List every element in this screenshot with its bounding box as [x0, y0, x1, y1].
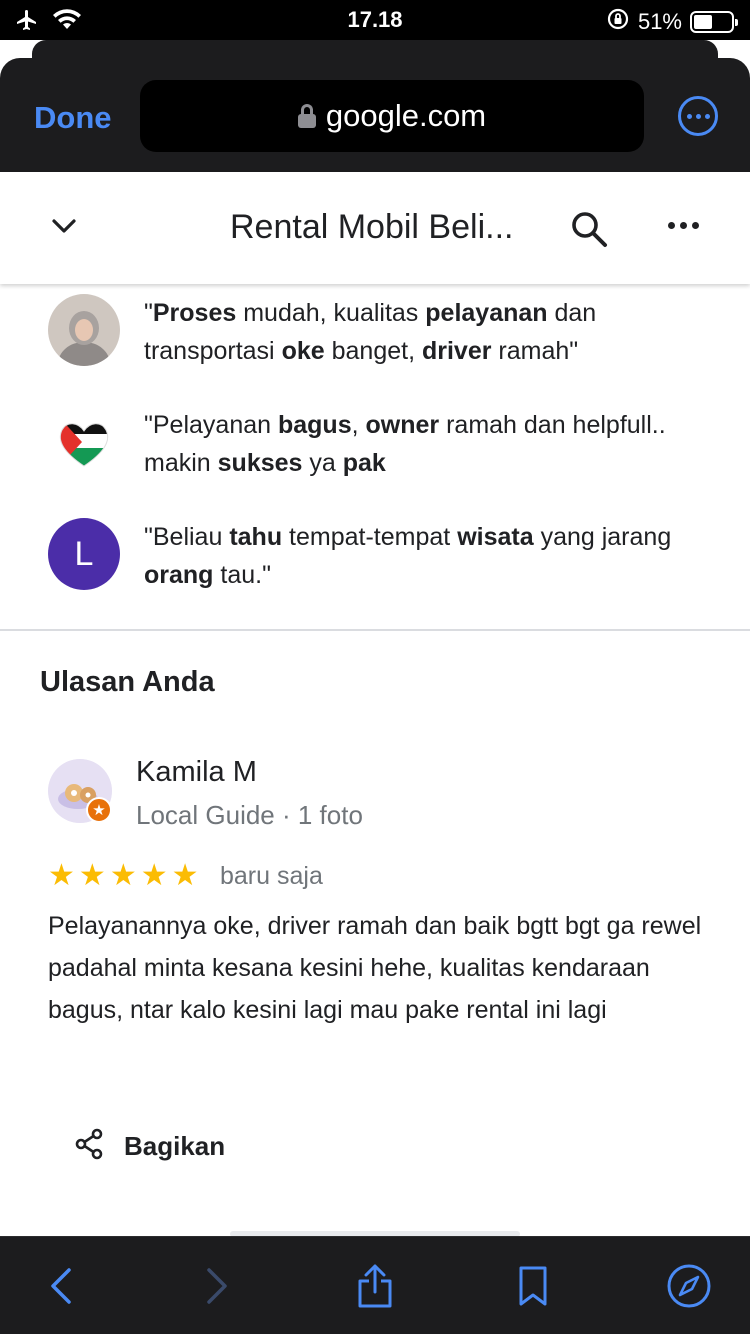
reviewer-name[interactable]: Kamila M [136, 756, 257, 789]
more-dots-icon[interactable] [668, 222, 699, 229]
battery-icon [690, 11, 738, 33]
more-circle-icon[interactable] [678, 96, 718, 136]
reviewer-meta: Local Guide · 1 foto [136, 800, 363, 830]
star-icon: ★ [140, 859, 168, 892]
review-time: baru saja [220, 862, 323, 890]
star-icon: ★ [171, 859, 199, 892]
section-title: Ulasan Anda [40, 666, 215, 698]
avatar [48, 294, 120, 366]
snippet-text: "Beliau tahu tempat-tempat wisata yang j… [144, 523, 672, 589]
local-guide-badge-icon: ★ [86, 797, 112, 823]
share-sheet-icon[interactable] [350, 1261, 400, 1311]
done-button[interactable]: Done [34, 100, 112, 136]
chevron-down-icon[interactable] [50, 212, 78, 245]
status-bar: 17.18 51% [0, 0, 750, 40]
share-button[interactable]: Bagikan [74, 1128, 225, 1165]
bookmark-icon[interactable] [508, 1261, 558, 1311]
share-label: Bagikan [124, 1131, 226, 1161]
star-icon: ★ [109, 859, 137, 892]
battery-percent: 51% [637, 9, 682, 34]
share-icon [74, 1128, 104, 1165]
divider [0, 629, 750, 631]
snippet-text: "Proses mudah, kualitas pelayanan dan tr… [144, 299, 597, 365]
safari-toolbar [0, 1236, 750, 1334]
rotation-lock-icon [606, 7, 630, 37]
star-rating: ★ ★ ★ ★ ★ [48, 861, 199, 891]
snippet-text: "Pelayanan bagus, owner ramah dan helpfu… [144, 411, 666, 477]
avatar[interactable]: ★ [48, 759, 112, 823]
page-header: Rental Mobil Beli... [0, 172, 750, 284]
heart-flag-avatar [48, 406, 120, 478]
back-arrow-icon[interactable] [36, 1261, 86, 1311]
url-bar[interactable]: google.com [140, 80, 644, 152]
star-icon: ★ [48, 859, 75, 892]
safari-view-header: Done google.com [0, 58, 750, 172]
search-icon[interactable] [568, 208, 610, 255]
url-text: google.com [325, 98, 487, 133]
avatar-letter: L [48, 518, 120, 590]
forward-arrow-icon[interactable] [192, 1261, 242, 1311]
lock-icon [297, 104, 316, 128]
star-icon: ★ [78, 859, 106, 892]
compass-icon[interactable] [664, 1261, 714, 1311]
review-text: Pelayanannya oke, driver ramah dan baik … [48, 912, 702, 1024]
page-title: Rental Mobil Beli... [230, 208, 514, 246]
